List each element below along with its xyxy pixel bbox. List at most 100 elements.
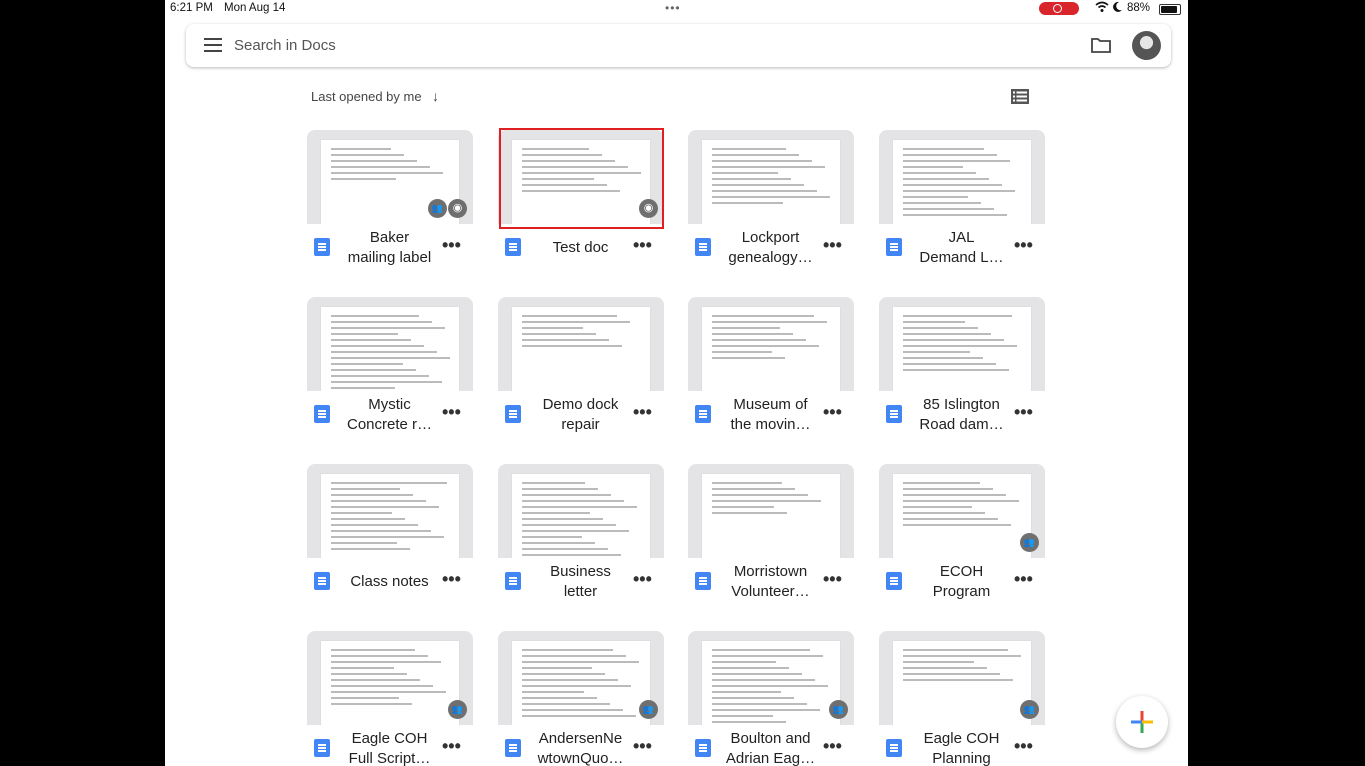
preview-text-line (331, 530, 431, 532)
document-card[interactable]: 👥 Eagle COH Planning ••• (879, 631, 1045, 766)
menu-icon[interactable] (204, 38, 222, 52)
document-title[interactable]: Museum of the movin… (718, 395, 823, 435)
preview-text-line (331, 661, 441, 663)
avatar[interactable] (1132, 31, 1161, 60)
document-title[interactable]: Class notes (337, 572, 442, 592)
document-card[interactable]: 👥 Boulton and Adrian Eag… ••• (688, 631, 854, 766)
sort-direction-icon[interactable]: ↓ (432, 88, 439, 104)
badges: 👥 (1019, 533, 1039, 552)
document-title[interactable]: Boulton and Adrian Eag… (718, 729, 823, 766)
preview-text-line (903, 178, 989, 180)
document-card[interactable]: Demo dock repair ••• (498, 297, 664, 447)
more-options-icon[interactable]: ••• (1014, 235, 1033, 256)
more-options-icon[interactable]: ••• (1014, 402, 1033, 423)
preview-text-line (522, 691, 584, 693)
badges: 👥 (828, 700, 848, 719)
document-preview-page (702, 140, 840, 224)
document-title[interactable]: Demo dock repair (528, 395, 633, 435)
preview-text-line (712, 494, 808, 496)
document-card[interactable]: 👥 ◉ Baker mailing label ••• (307, 130, 473, 280)
document-thumbnail[interactable] (498, 297, 664, 391)
document-card[interactable]: Museum of the movin… ••• (688, 297, 854, 447)
document-title[interactable]: 85 Islington Road dam… (909, 395, 1014, 435)
more-options-icon[interactable]: ••• (633, 235, 652, 256)
document-title[interactable]: Baker mailing label (337, 228, 442, 268)
preview-text-line (712, 345, 819, 347)
preview-text-line (331, 655, 428, 657)
document-title[interactable]: JAL Demand L… (909, 228, 1014, 268)
preview-text-line (522, 679, 618, 681)
more-options-icon[interactable]: ••• (823, 736, 842, 757)
document-card[interactable]: Morristown Volunteer… ••• (688, 464, 854, 614)
more-options-icon[interactable]: ••• (633, 569, 652, 590)
document-thumbnail[interactable]: 👥 (879, 631, 1045, 725)
document-thumbnail[interactable]: 👥 (307, 631, 473, 725)
document-thumbnail[interactable]: 👥 (688, 631, 854, 725)
document-card[interactable]: 👥 AndersenNe wtownQuo… ••• (498, 631, 664, 766)
list-view-icon[interactable] (1011, 89, 1029, 104)
ipad-screen: 6:21 PM Mon Aug 14 ••• 88% Search in Doc… (165, 0, 1188, 766)
document-card[interactable]: Mystic Concrete r… ••• (307, 297, 473, 447)
more-options-icon[interactable]: ••• (1014, 736, 1033, 757)
shared-icon: 👥 (1020, 533, 1039, 552)
document-title[interactable]: Eagle COH Planning (909, 729, 1014, 766)
preview-text-line (331, 673, 407, 675)
document-card[interactable]: 👥 Eagle COH Full Script… ••• (307, 631, 473, 766)
document-title[interactable]: ECOH Program (909, 562, 1014, 602)
more-options-icon[interactable]: ••• (442, 402, 461, 423)
more-options-icon[interactable]: ••• (633, 736, 652, 757)
more-options-icon[interactable]: ••• (633, 402, 652, 423)
document-title[interactable]: Lockport genealogy… (718, 228, 823, 268)
preview-text-line (331, 536, 444, 538)
document-card[interactable]: JAL Demand L… ••• (879, 130, 1045, 280)
document-thumbnail[interactable]: 👥 ◉ (307, 130, 473, 224)
google-docs-icon (886, 572, 902, 590)
document-thumbnail[interactable]: 👥 (879, 464, 1045, 558)
preview-text-line (331, 357, 450, 359)
document-title[interactable]: Eagle COH Full Script… (337, 729, 442, 766)
preview-text-line (712, 178, 791, 180)
google-docs-icon (314, 572, 330, 590)
preview-text-line (522, 548, 608, 550)
folder-icon[interactable] (1091, 37, 1111, 53)
document-card[interactable]: Lockport genealogy… ••• (688, 130, 854, 280)
document-title[interactable]: Morristown Volunteer… (718, 562, 823, 602)
document-card[interactable]: 85 Islington Road dam… ••• (879, 297, 1045, 447)
more-options-icon[interactable]: ••• (442, 736, 461, 757)
document-title[interactable]: Mystic Concrete r… (337, 395, 442, 435)
more-options-icon[interactable]: ••• (442, 569, 461, 590)
more-options-icon[interactable]: ••• (823, 402, 842, 423)
sort-label[interactable]: Last opened by me (311, 89, 422, 104)
preview-text-line (331, 172, 443, 174)
search-bar[interactable]: Search in Docs (186, 24, 1171, 67)
preview-text-line (712, 333, 793, 335)
document-thumbnail[interactable] (307, 297, 473, 391)
document-thumbnail[interactable]: 👥 (498, 631, 664, 725)
document-card[interactable]: Business letter ••• (498, 464, 664, 614)
document-title[interactable]: Business letter (528, 562, 633, 602)
document-thumbnail[interactable] (688, 297, 854, 391)
preview-text-line (522, 321, 630, 323)
more-options-icon[interactable]: ••• (1014, 569, 1033, 590)
document-thumbnail[interactable] (879, 130, 1045, 224)
document-title[interactable]: Test doc (528, 238, 633, 258)
google-docs-icon (695, 238, 711, 256)
multitask-dots[interactable]: ••• (665, 1, 681, 15)
document-thumbnail[interactable] (879, 297, 1045, 391)
badges: 👥 (447, 700, 467, 719)
document-thumbnail[interactable] (307, 464, 473, 558)
document-thumbnail[interactable] (688, 464, 854, 558)
preview-text-line (331, 333, 398, 335)
document-thumbnail[interactable] (498, 464, 664, 558)
preview-text-line (903, 166, 963, 168)
document-preview-page (893, 641, 1031, 725)
document-card[interactable]: 👥 ECOH Program ••• (879, 464, 1045, 614)
search-input[interactable]: Search in Docs (234, 37, 336, 54)
new-document-button[interactable] (1116, 696, 1168, 748)
more-options-icon[interactable]: ••• (823, 235, 842, 256)
document-thumbnail[interactable] (688, 130, 854, 224)
document-title[interactable]: AndersenNe wtownQuo… (528, 729, 633, 766)
document-card[interactable]: Class notes ••• (307, 464, 473, 614)
more-options-icon[interactable]: ••• (823, 569, 842, 590)
more-options-icon[interactable]: ••• (442, 235, 461, 256)
